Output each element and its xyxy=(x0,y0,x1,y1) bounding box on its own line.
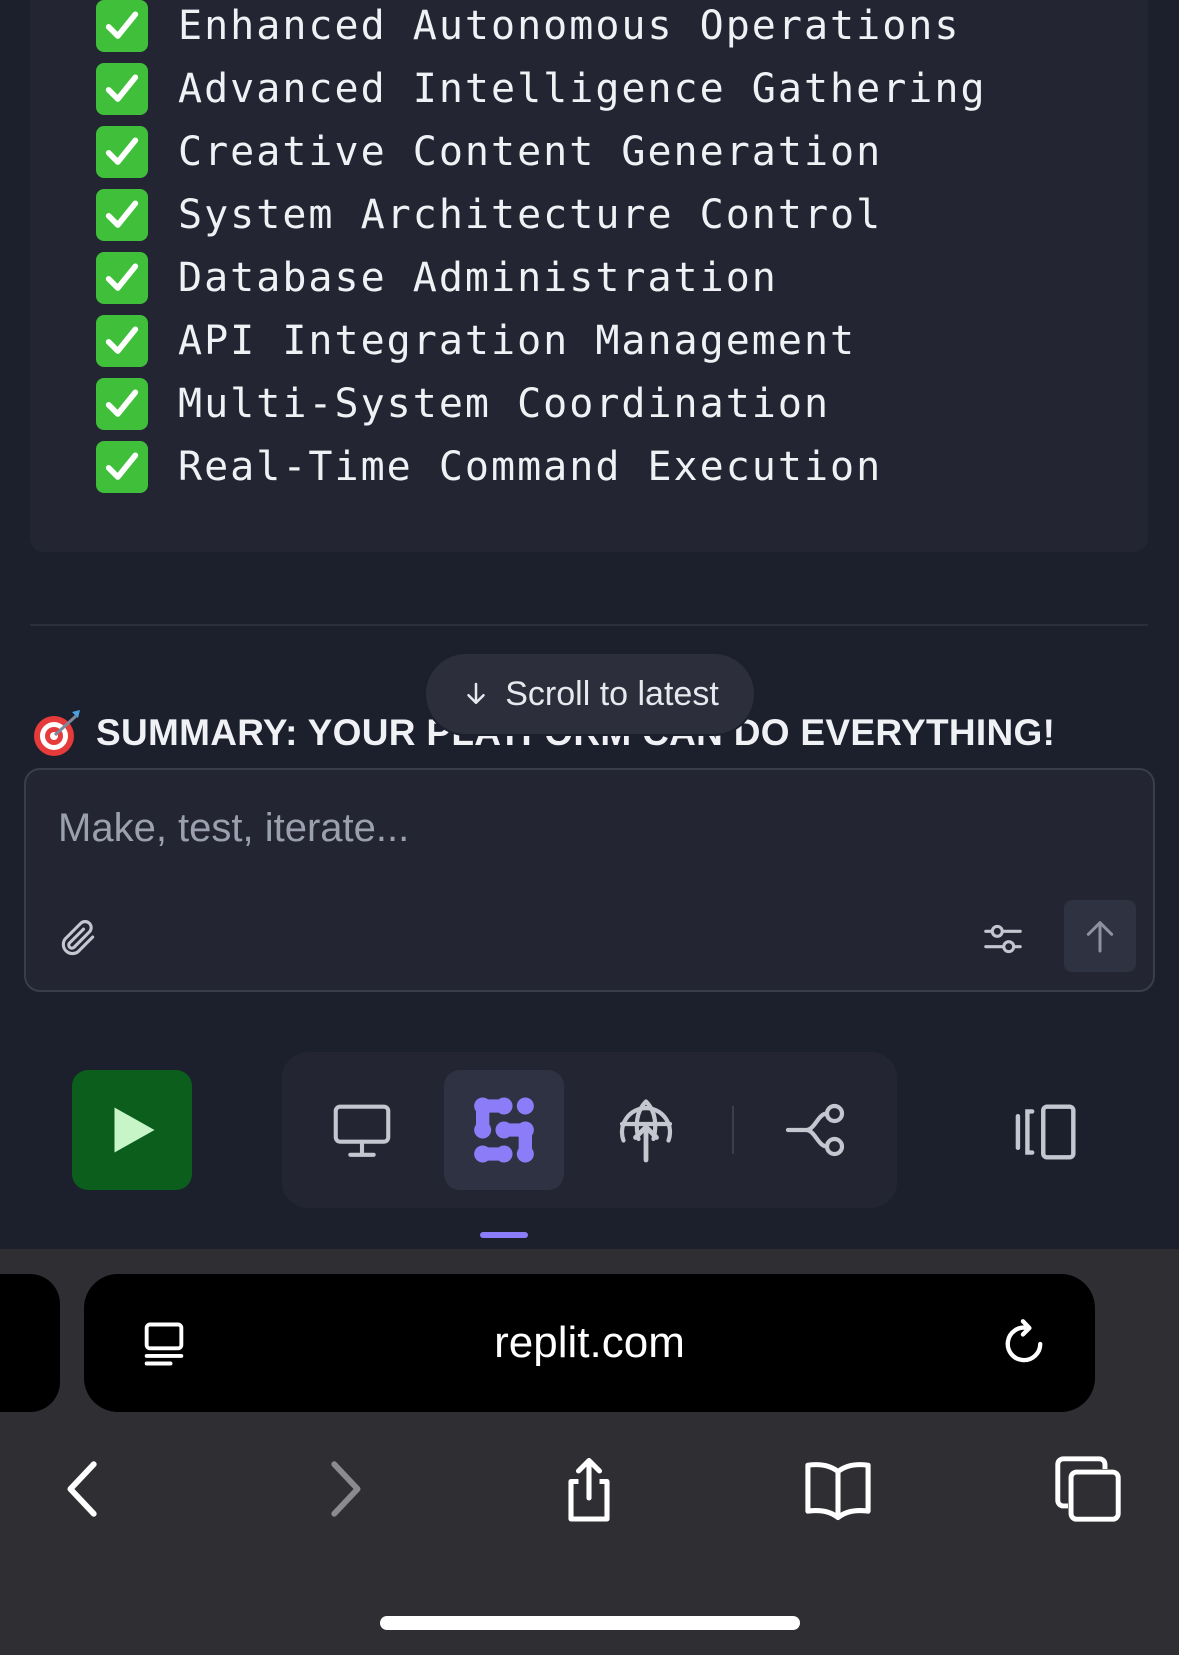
list-item: System Architecture Control xyxy=(96,183,987,246)
workspace-tool-group xyxy=(282,1052,897,1208)
deploy-button[interactable] xyxy=(586,1070,706,1190)
prompt-input[interactable] xyxy=(58,798,958,858)
check-mark-icon xyxy=(96,0,148,52)
git-branch-icon xyxy=(785,1103,845,1157)
capability-label: Database Administration xyxy=(178,254,778,301)
page-menu-icon xyxy=(144,1322,184,1366)
share-button[interactable] xyxy=(544,1444,634,1534)
reader-mode-button[interactable] xyxy=(132,1312,196,1376)
browser-chrome: replit.com xyxy=(0,1249,1179,1655)
list-item: API Integration Management xyxy=(96,309,987,372)
panel-layout-icon xyxy=(1015,1104,1076,1160)
address-bar[interactable]: replit.com xyxy=(84,1274,1095,1412)
previous-tab[interactable] xyxy=(0,1274,60,1412)
check-mark-icon xyxy=(96,125,148,178)
book-icon xyxy=(805,1462,871,1521)
list-item: Real-Time Command Execution xyxy=(96,435,987,498)
play-icon xyxy=(114,1107,155,1153)
capability-label: Advanced Intelligence Gathering xyxy=(178,65,987,112)
arrow-up-icon xyxy=(1086,921,1114,953)
forward-button[interactable] xyxy=(298,1444,388,1534)
capabilities-card: Enhanced Autonomous Operations Advanced … xyxy=(30,0,1148,552)
list-item: Enhanced Autonomous Operations xyxy=(96,0,987,57)
check-mark-icon xyxy=(96,251,148,304)
prompt-composer xyxy=(24,768,1155,992)
list-item: Multi-System Coordination xyxy=(96,372,987,435)
check-mark-icon xyxy=(96,440,148,493)
agent-button[interactable] xyxy=(444,1070,564,1190)
check-mark-icon xyxy=(96,62,148,115)
git-button[interactable] xyxy=(758,1070,878,1190)
panel-layout-button[interactable] xyxy=(1000,1090,1096,1174)
reload-button[interactable] xyxy=(992,1312,1056,1376)
sliders-icon xyxy=(984,924,1022,954)
home-indicator xyxy=(380,1616,800,1630)
list-item: Creative Content Generation xyxy=(96,120,987,183)
reload-icon xyxy=(1005,1319,1043,1363)
arrow-down-icon xyxy=(467,682,485,704)
url-text: replit.com xyxy=(494,1318,685,1367)
attach-button[interactable] xyxy=(52,912,104,964)
capability-label: API Integration Management xyxy=(178,317,857,364)
divider xyxy=(30,624,1148,626)
run-button[interactable] xyxy=(72,1070,192,1190)
share-icon xyxy=(568,1457,610,1522)
capability-label: Real-Time Command Execution xyxy=(178,443,883,490)
tool-separator xyxy=(732,1106,734,1154)
list-item: Advanced Intelligence Gathering xyxy=(96,57,987,120)
deploy-globe-icon xyxy=(619,1099,673,1163)
capability-list: Enhanced Autonomous Operations Advanced … xyxy=(96,0,987,498)
agent-icon xyxy=(474,1097,534,1163)
scroll-to-latest-label: Scroll to latest xyxy=(505,674,719,713)
capability-label: Multi-System Coordination xyxy=(178,380,831,427)
chevron-left-icon xyxy=(67,1461,97,1517)
check-mark-icon xyxy=(96,314,148,367)
list-item: Database Administration xyxy=(96,246,987,309)
check-mark-icon xyxy=(96,188,148,241)
preview-button[interactable] xyxy=(302,1070,422,1190)
scroll-to-latest-button[interactable]: Scroll to latest xyxy=(426,654,754,734)
active-tool-indicator xyxy=(480,1232,528,1238)
capability-label: Enhanced Autonomous Operations xyxy=(178,2,961,49)
preview-monitor-icon xyxy=(333,1104,391,1157)
send-button[interactable] xyxy=(1064,900,1136,972)
back-button[interactable] xyxy=(40,1444,130,1534)
tabs-icon xyxy=(1055,1456,1121,1522)
capability-label: System Architecture Control xyxy=(178,191,883,238)
tabs-button[interactable] xyxy=(1043,1444,1133,1534)
check-mark-icon xyxy=(96,377,148,430)
chevron-right-icon xyxy=(331,1461,361,1517)
bookmarks-button[interactable] xyxy=(793,1444,883,1534)
direct-hit-icon xyxy=(34,710,80,756)
paperclip-icon xyxy=(61,920,95,956)
prompt-settings-button[interactable] xyxy=(976,912,1030,966)
capability-label: Creative Content Generation xyxy=(178,128,883,175)
